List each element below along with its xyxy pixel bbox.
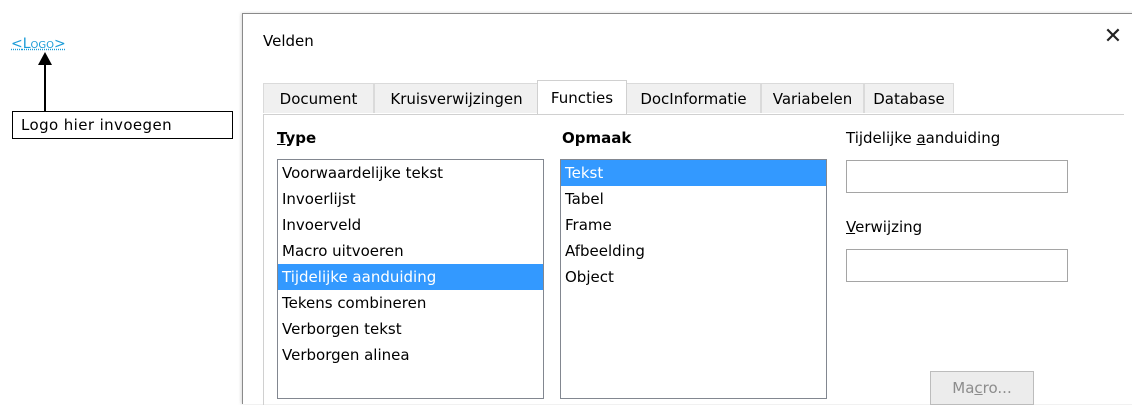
- format-item[interactable]: Object: [561, 264, 826, 290]
- macro-button-rest: ro...: [982, 379, 1012, 397]
- macro-button-mnemonic: c: [974, 379, 983, 397]
- logo-field-text: Logo: [22, 36, 55, 52]
- placeholder-label: Tijdelijke aanduiding: [846, 129, 1000, 147]
- tab-functies[interactable]: Functies: [537, 80, 627, 114]
- logo-field-open: <: [11, 36, 23, 52]
- type-label: Type: [277, 129, 316, 147]
- logo-field-placeholder[interactable]: <Logo>: [11, 36, 66, 52]
- type-item[interactable]: Macro uitvoeren: [278, 238, 543, 264]
- tab-docinformatie[interactable]: DocInformatie: [626, 83, 761, 113]
- logo-callout-text: Logo hier invoegen: [21, 116, 172, 134]
- logo-callout: Logo hier invoegen: [12, 111, 233, 139]
- reference-label-rest: erwijzing: [855, 218, 923, 236]
- type-item[interactable]: Tekens combineren: [278, 290, 543, 316]
- tab-document[interactable]: Document: [263, 83, 374, 113]
- placeholder-label-prefix: Tijdelijke: [846, 129, 917, 147]
- type-item[interactable]: Voorwaardelijke tekst: [278, 160, 543, 186]
- placeholder-label-rest: anduiding: [925, 129, 1001, 147]
- type-item[interactable]: Verborgen alinea: [278, 342, 543, 368]
- format-item[interactable]: Frame: [561, 212, 826, 238]
- macro-button[interactable]: Macro...: [930, 371, 1034, 405]
- type-label-rest: ype: [285, 129, 317, 147]
- tab-database[interactable]: Database: [864, 83, 954, 113]
- format-item[interactable]: Tabel: [561, 186, 826, 212]
- dialog-title: Velden: [263, 32, 314, 50]
- logo-field-close: >: [54, 36, 66, 52]
- reference-input[interactable]: [846, 249, 1068, 282]
- tab-variabelen[interactable]: Variabelen: [761, 83, 864, 113]
- type-item[interactable]: Verborgen tekst: [278, 316, 543, 342]
- type-listbox[interactable]: Voorwaardelijke tekst Invoerlijst Invoer…: [277, 159, 544, 399]
- tab-kruisverwijzingen[interactable]: Kruisverwijzingen: [374, 83, 539, 113]
- placeholder-input[interactable]: [846, 160, 1068, 193]
- type-item[interactable]: Invoerveld: [278, 212, 543, 238]
- reference-label: Verwijzing: [846, 218, 922, 236]
- format-item-selected[interactable]: Tekst: [561, 160, 826, 186]
- type-item[interactable]: Invoerlijst: [278, 186, 543, 212]
- format-label: Opmaak: [562, 129, 632, 147]
- format-listbox[interactable]: Tekst Tabel Frame Afbeelding Object: [560, 159, 827, 399]
- macro-button-prefix: Ma: [952, 379, 975, 397]
- reference-label-mnemonic: V: [846, 218, 856, 236]
- format-item[interactable]: Afbeelding: [561, 238, 826, 264]
- type-item-selected[interactable]: Tijdelijke aanduiding: [278, 264, 543, 290]
- placeholder-label-mnemonic: a: [916, 129, 926, 147]
- close-icon[interactable]: ✕: [1098, 22, 1128, 52]
